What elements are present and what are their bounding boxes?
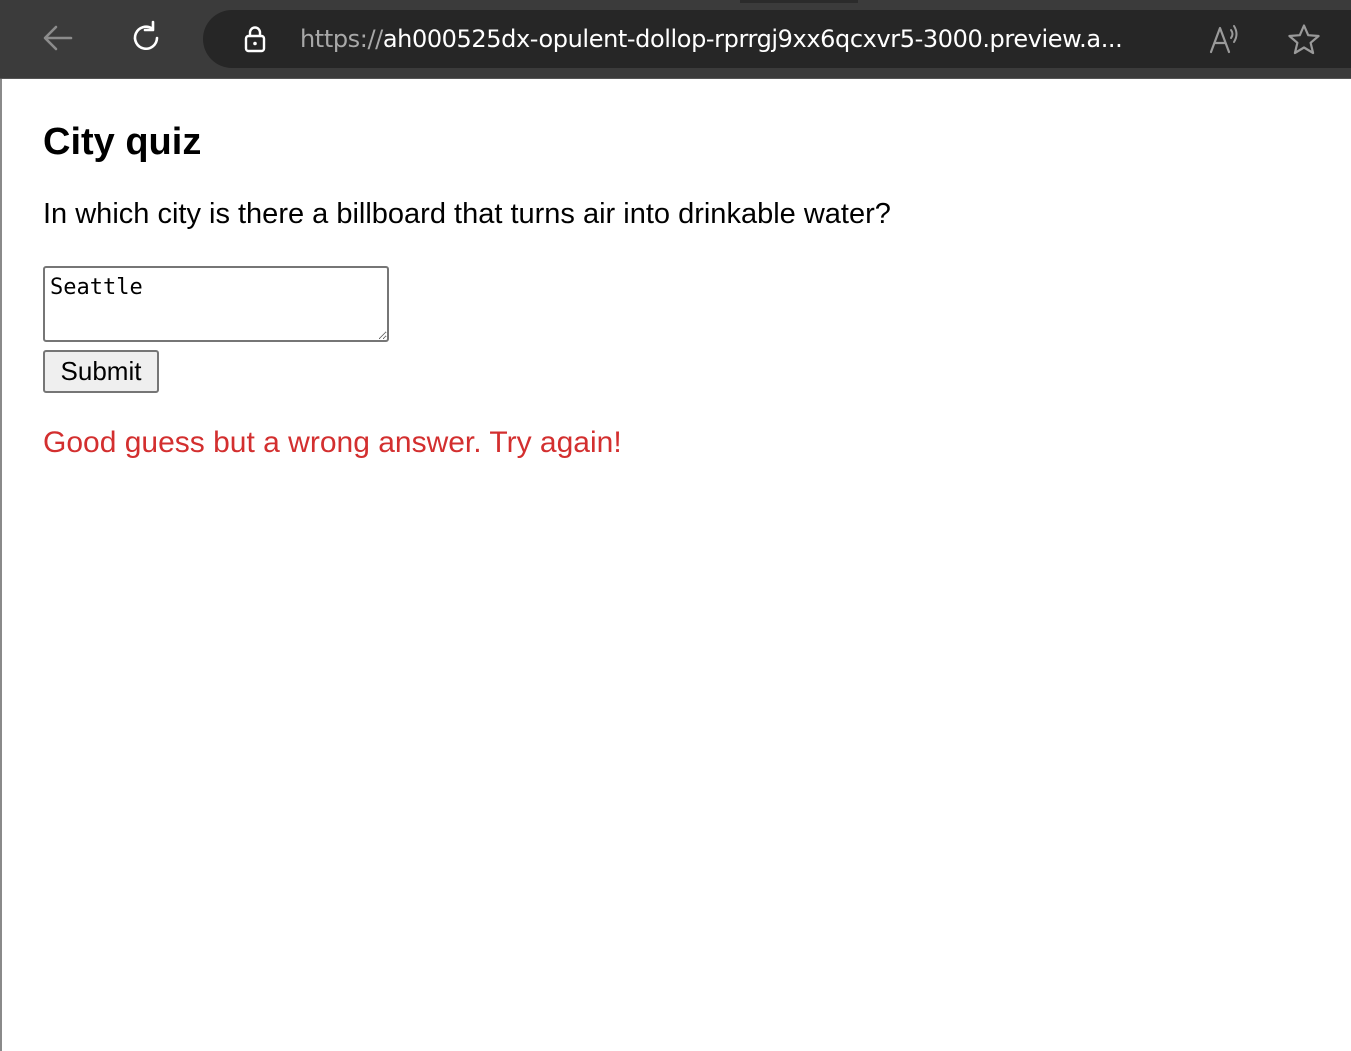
back-button[interactable] xyxy=(34,14,82,62)
url-scheme: https:// xyxy=(300,25,383,53)
reload-icon xyxy=(133,20,159,51)
reload-button[interactable] xyxy=(122,14,170,62)
url-host: ah000525dx-opulent-dollop-rprrgj9xx6qcxv… xyxy=(382,25,1123,53)
feedback-message: Good guess but a wrong answer. Try again… xyxy=(43,426,622,459)
url-text[interactable]: https://ah000525dx-opulent-dollop-rprrgj… xyxy=(300,23,1123,55)
favorite-star-icon[interactable] xyxy=(1286,22,1322,58)
submit-button[interactable]: Submit xyxy=(43,350,159,393)
answer-input[interactable]: Seattle xyxy=(43,266,389,342)
page-content: City quiz In which city is there a billb… xyxy=(0,79,1351,1051)
address-bar[interactable]: https://ah000525dx-opulent-dollop-rprrgj… xyxy=(203,10,1351,68)
lock-icon[interactable] xyxy=(239,23,271,55)
page-title: City quiz xyxy=(43,121,202,163)
quiz-question: In which city is there a billboard that … xyxy=(43,198,891,230)
back-arrow-icon xyxy=(43,25,73,51)
browser-toolbar: https://ah000525dx-opulent-dollop-rprrgj… xyxy=(0,0,1351,79)
tab-strip-edge xyxy=(740,0,858,3)
read-aloud-icon[interactable] xyxy=(1206,20,1244,58)
